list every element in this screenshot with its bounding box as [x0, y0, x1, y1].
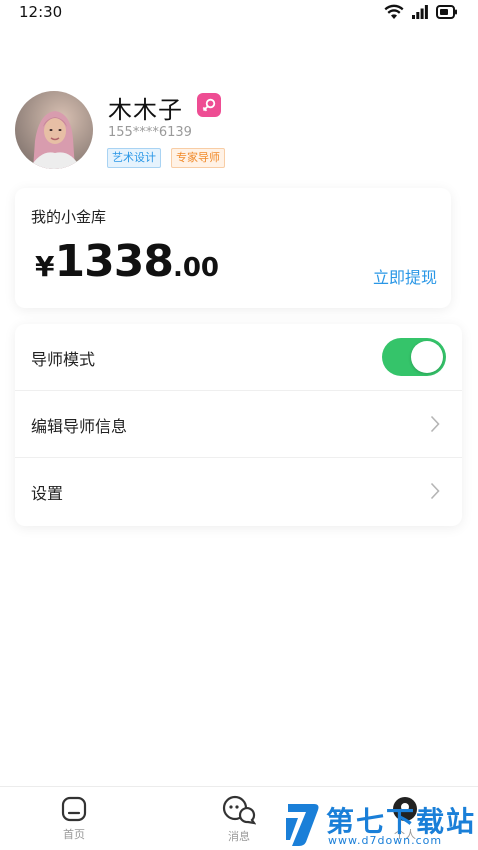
watermark: 第七下载站 www.d7down.com: [284, 798, 476, 850]
watermark-logo: [286, 804, 319, 846]
wallet-title: 我的小金库: [31, 208, 107, 226]
wallet-amount: ¥1338.00: [35, 236, 219, 287]
edit-mentor-info-label: 编辑导师信息: [31, 417, 128, 436]
status-icons: [384, 4, 458, 20]
tab-messages-label: 消息: [228, 830, 250, 843]
tag-art-design: 艺术设计: [107, 148, 161, 168]
status-time: 12:30: [19, 3, 63, 21]
female-icon: [197, 93, 221, 117]
user-phone: 155****6139: [108, 125, 192, 140]
mentor-mode-label: 导师模式: [31, 350, 96, 369]
status-bar: 12:30: [0, 0, 478, 28]
watermark-url: www.d7down.com: [328, 834, 443, 847]
signal-icon: [412, 5, 428, 19]
battery-icon: [436, 5, 457, 19]
wallet-card: 我的小金库 ¥1338.00 立即提现: [15, 188, 451, 308]
edit-mentor-info-row[interactable]: 编辑导师信息: [15, 391, 462, 458]
currency-symbol: ¥: [35, 250, 55, 283]
amount-integer: 1338: [54, 236, 173, 287]
avatar[interactable]: [15, 91, 93, 169]
tab-messages[interactable]: 消息: [199, 795, 279, 844]
toggle-knob: [411, 341, 443, 373]
mentor-mode-toggle[interactable]: [382, 338, 446, 376]
amount-decimal: .00: [172, 253, 220, 283]
avatar-image: [15, 91, 93, 169]
chevron-right-icon: [430, 482, 440, 500]
tag-expert-mentor: 专家导师: [171, 148, 225, 168]
settings-row[interactable]: 设置: [15, 458, 462, 525]
home-icon: [61, 796, 87, 822]
tab-home-label: 首页: [63, 828, 85, 841]
mentor-mode-row: 导师模式: [15, 324, 462, 391]
withdraw-button[interactable]: 立即提现: [373, 264, 437, 288]
wifi-icon: [384, 4, 404, 19]
message-icon: [222, 795, 256, 825]
chevron-right-icon: [430, 415, 440, 433]
settings-label: 设置: [31, 484, 64, 503]
settings-card: 导师模式 编辑导师信息 设置: [15, 324, 462, 526]
profile-header: 木木子 155****6139 艺术设计 专家导师: [15, 90, 465, 170]
user-name: 木木子: [108, 96, 183, 124]
user-tags: 艺术设计 专家导师: [107, 148, 225, 168]
tab-home[interactable]: 首页: [34, 795, 114, 842]
